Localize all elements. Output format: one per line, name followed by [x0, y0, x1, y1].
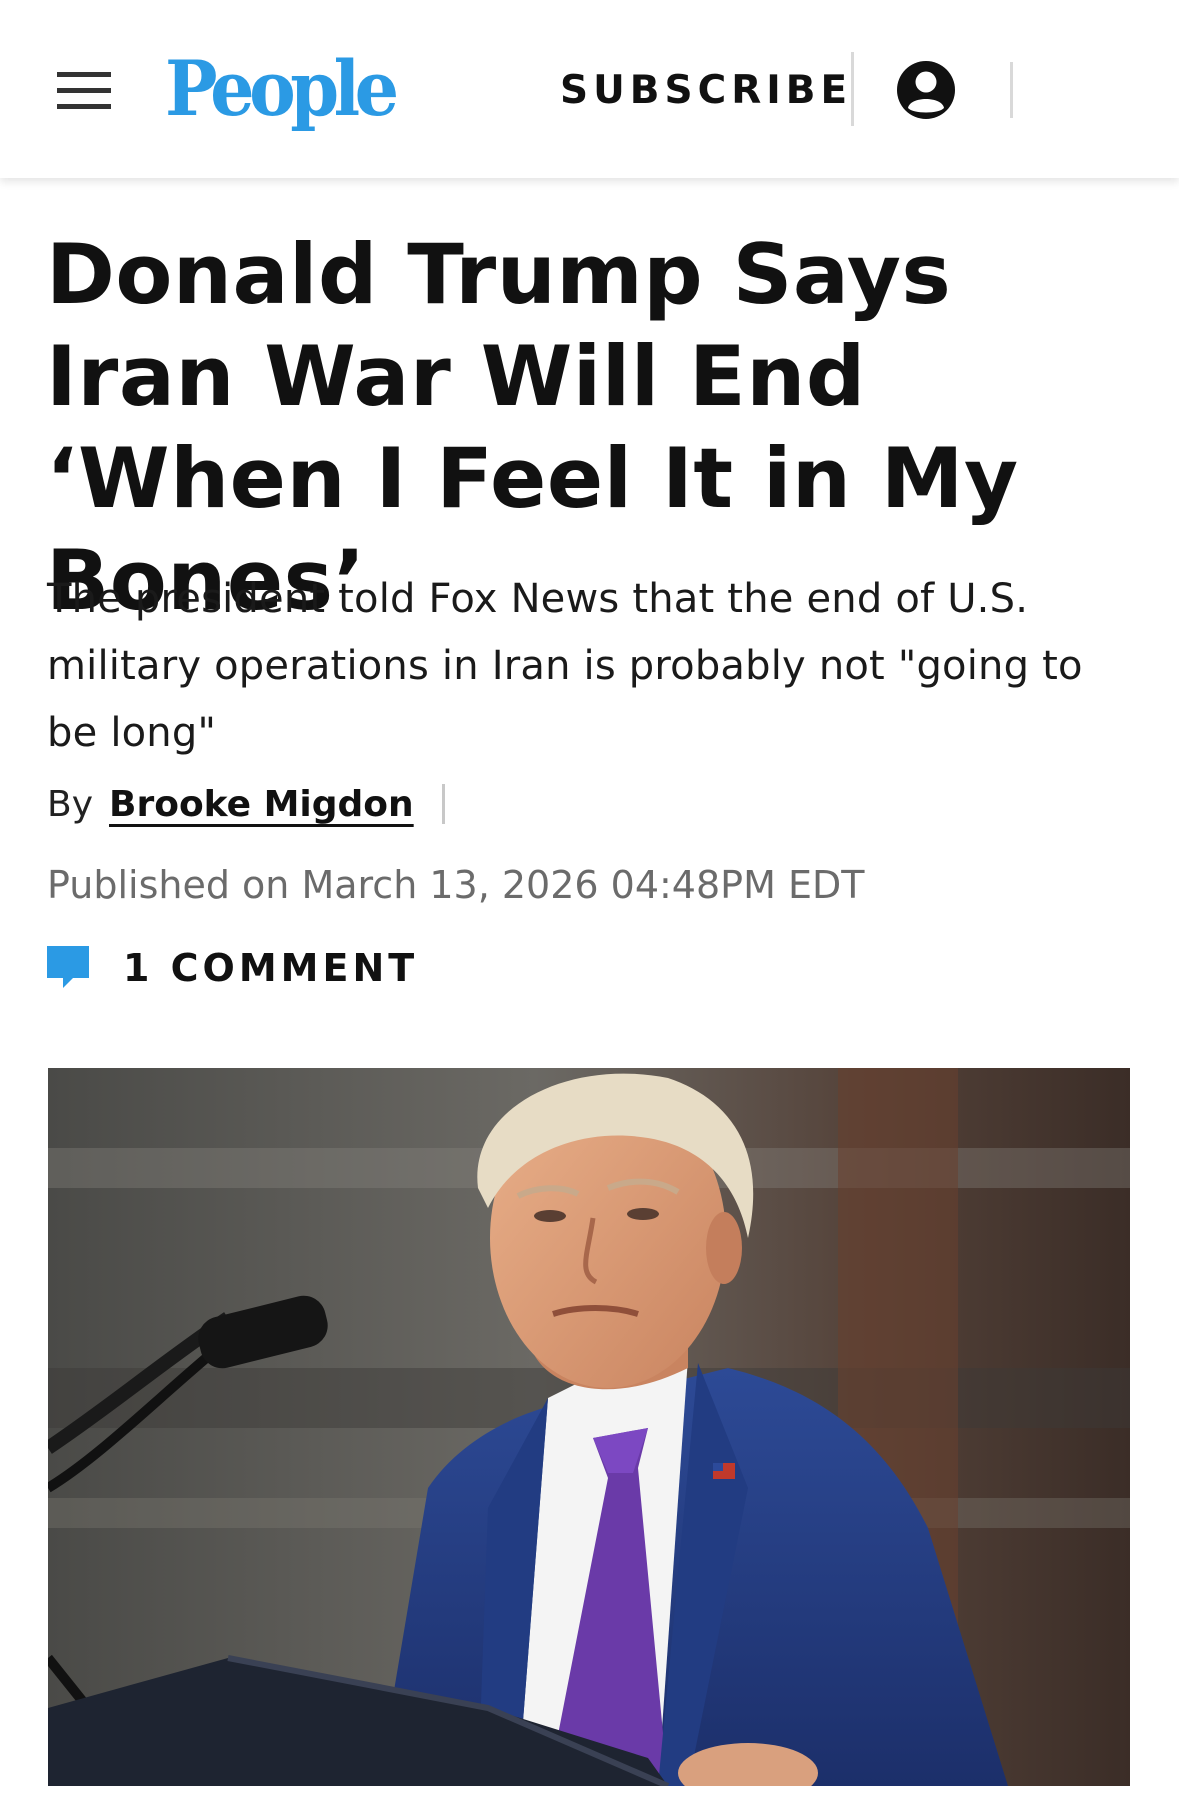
comment-bubble-icon[interactable] — [47, 946, 91, 990]
hamburger-menu-icon[interactable] — [57, 72, 111, 110]
header-divider — [1010, 62, 1013, 118]
article-dek: The president told Fox News that the end… — [47, 576, 1083, 756]
byline: By Brooke Migdon — [47, 780, 414, 830]
user-account-icon[interactable] — [896, 60, 956, 120]
hero-image — [48, 1068, 1130, 1786]
byline-label: By — [47, 784, 94, 825]
subscribe-button[interactable]: SUBSCRIBE — [560, 66, 852, 116]
site-header: People SUBSCRIBE — [0, 0, 1179, 178]
header-divider — [851, 52, 854, 126]
byline-divider — [442, 784, 445, 824]
published-date: Published on March 13, 2026 04:48PM EDT — [47, 863, 865, 907]
comment-count[interactable]: 1 COMMENT — [123, 942, 418, 994]
author-link[interactable]: Brooke Migdon — [109, 784, 414, 825]
people-logo[interactable]: People — [165, 44, 399, 134]
